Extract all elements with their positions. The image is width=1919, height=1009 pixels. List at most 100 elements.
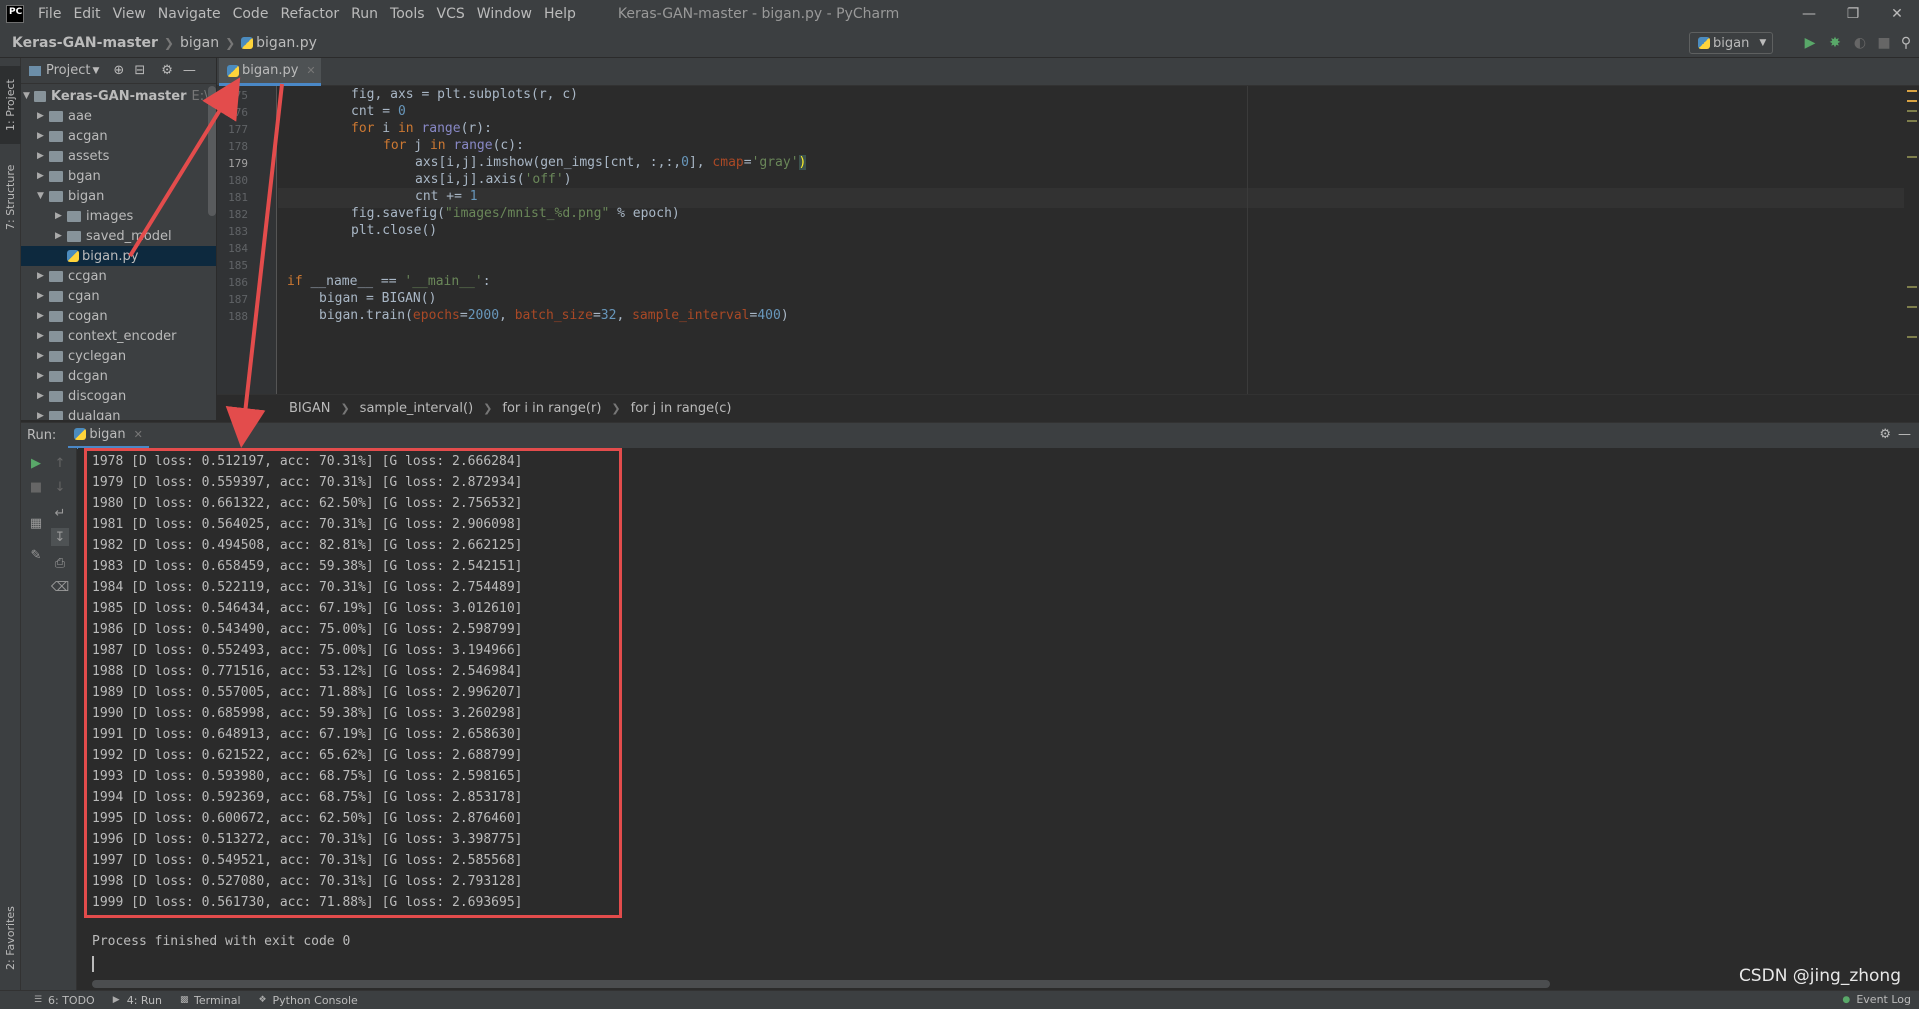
down-arrow-icon[interactable]: ↓ <box>51 478 69 496</box>
code-text: : <box>482 274 491 289</box>
tree-item[interactable]: ▶ dualgan <box>21 406 216 420</box>
gear-icon[interactable]: ⚙ <box>161 63 173 78</box>
restore-icon[interactable]: ❐ <box>1831 0 1875 28</box>
console-line: 1993 [D loss: 0.593980, acc: 68.75%] [G … <box>92 769 523 784</box>
chevron-right-icon: ▶ <box>55 211 62 221</box>
trash-icon[interactable]: ⌫ <box>51 578 69 596</box>
chevron-down-icon: ▼ <box>37 191 44 201</box>
warning-mark[interactable] <box>1907 110 1917 112</box>
tree-item[interactable]: ▶ dcgan <box>21 366 216 386</box>
print-icon[interactable]: ⎙ <box>51 554 69 572</box>
up-arrow-icon[interactable]: ↑ <box>51 454 69 472</box>
menu-code[interactable]: Code <box>227 0 275 28</box>
tab-bigan-py[interactable]: bigan.py ✕ <box>219 58 321 86</box>
code-editor[interactable]: 174 175 176 177 178 179 180 181 182 183 … <box>217 86 1919 394</box>
menu-navigate[interactable]: Navigate <box>152 0 227 28</box>
breadcrumb-loop-i[interactable]: for i in range(r) <box>502 401 601 416</box>
warning-mark[interactable] <box>1907 336 1917 338</box>
menu-refactor[interactable]: Refactor <box>274 0 345 28</box>
menu-run[interactable]: Run <box>345 0 384 28</box>
debug-icon[interactable]: ✸ <box>1826 34 1844 52</box>
gear-icon[interactable]: ⚙ <box>1879 427 1891 442</box>
close-tab-icon[interactable]: ✕ <box>134 428 143 441</box>
warning-mark[interactable] <box>1907 90 1917 92</box>
menu-file[interactable]: File <box>32 0 67 28</box>
breadcrumb-folder[interactable]: bigan <box>180 35 219 51</box>
tree-item[interactable]: ▶ assets <box>21 146 216 166</box>
breadcrumb-class[interactable]: BIGAN <box>289 401 330 416</box>
run-config-select[interactable]: bigan ▼ <box>1689 32 1773 54</box>
close-tab-icon[interactable]: ✕ <box>306 64 315 77</box>
search-icon[interactable]: ⚲ <box>1897 34 1915 52</box>
collapse-all-icon[interactable]: ⊟ <box>134 63 145 78</box>
menu-view[interactable]: View <box>107 0 152 28</box>
tree-item[interactable]: ▶ cogan <box>21 306 216 326</box>
tab-python-console[interactable]: ❖ Python Console <box>259 994 358 1007</box>
warning-mark[interactable] <box>1907 120 1917 122</box>
scroll-to-end-icon[interactable]: ↧ <box>51 528 69 546</box>
run-tab-bigan[interactable]: bigan ✕ <box>68 423 149 449</box>
warning-mark[interactable] <box>1907 156 1917 158</box>
tab-todo[interactable]: ☰ 6: TODO <box>34 994 95 1007</box>
console-line: 1998 [D loss: 0.527080, acc: 70.31%] [G … <box>92 874 523 889</box>
stop-icon[interactable]: ■ <box>27 478 45 496</box>
breadcrumb-method[interactable]: sample_interval() <box>360 401 473 416</box>
console-line: 1978 [D loss: 0.512197, acc: 70.31%] [G … <box>92 454 523 469</box>
tree-item[interactable]: ▶ ccgan <box>21 266 216 286</box>
project-view-select[interactable]: Project <box>46 63 90 78</box>
soft-wrap-icon[interactable]: ↵ <box>51 504 69 522</box>
breadcrumb-loop-j[interactable]: for j in range(c) <box>631 401 732 416</box>
tree-item[interactable]: ▶ discogan <box>21 386 216 406</box>
tab-event-log[interactable]: ● Event Log <box>1842 993 1911 1006</box>
menu-help[interactable]: Help <box>538 0 582 28</box>
locate-icon[interactable]: ⊕ <box>113 63 124 78</box>
run-icon[interactable]: ▶ <box>1801 34 1819 52</box>
hide-icon[interactable]: — <box>1898 427 1911 442</box>
tab-terminal[interactable]: ▩ Terminal <box>180 994 241 1007</box>
line-number: 185 <box>228 259 248 272</box>
tree-item[interactable]: ▶ aae <box>21 106 216 126</box>
console-line: 1980 [D loss: 0.661322, acc: 62.50%] [G … <box>92 496 523 511</box>
folder-icon <box>49 390 63 402</box>
tab-project[interactable]: 1: Project <box>0 66 21 144</box>
layout-icon[interactable]: ▦ <box>27 514 45 532</box>
tab-run[interactable]: ▶ 4: Run <box>113 994 162 1007</box>
chevron-right-icon: ▶ <box>37 131 44 141</box>
code-text: (c): <box>492 138 524 153</box>
close-window-icon[interactable]: ✕ <box>1875 0 1919 28</box>
breadcrumb-file[interactable]: bigan.py <box>256 35 317 51</box>
stop-icon[interactable]: ■ <box>1875 34 1893 52</box>
menu-edit[interactable]: Edit <box>67 0 106 28</box>
tree-scrollbar[interactable] <box>208 86 216 216</box>
tree-item[interactable]: ▼ bigan <box>21 186 216 206</box>
code-text: 2000 <box>467 308 500 323</box>
minimize-icon[interactable]: — <box>1787 0 1831 28</box>
coverage-icon[interactable]: ◐ <box>1851 34 1869 52</box>
tree-item[interactable]: ▶ saved_model <box>21 226 216 246</box>
code-text: epochs <box>412 308 460 323</box>
tab-favorites[interactable]: 2: Favorites <box>0 898 21 978</box>
breadcrumb-project[interactable]: Keras-GAN-master <box>12 35 158 51</box>
menu-vcs[interactable]: VCS <box>431 0 471 28</box>
menu-window[interactable]: Window <box>471 0 538 28</box>
tree-item[interactable]: ▶ bgan <box>21 166 216 186</box>
warning-mark[interactable] <box>1907 286 1917 288</box>
tree-item[interactable]: ▶ context_encoder <box>21 326 216 346</box>
warning-mark[interactable] <box>1907 100 1917 102</box>
pin-icon[interactable]: ✎ <box>27 546 45 564</box>
menu-tools[interactable]: Tools <box>384 0 431 28</box>
tree-item[interactable]: ▶ acgan <box>21 126 216 146</box>
tree-item[interactable]: ▶ cgan <box>21 286 216 306</box>
error-stripe[interactable] <box>1904 86 1919 394</box>
hide-icon[interactable]: — <box>183 63 196 78</box>
tree-item[interactable]: ▶ cyclegan <box>21 346 216 366</box>
line-gutter: 174 175 176 177 178 179 180 181 182 183 … <box>217 86 277 394</box>
rerun-icon[interactable]: ▶ <box>27 454 45 472</box>
tree-item-selected[interactable]: bigan.py <box>21 246 216 266</box>
warning-mark[interactable] <box>1907 306 1917 308</box>
tree-root[interactable]: ▼ Keras-GAN-master E:\K <box>21 86 216 106</box>
tab-structure[interactable]: 7: Structure <box>0 154 21 240</box>
horizontal-scrollbar[interactable] <box>92 980 1550 988</box>
run-console[interactable]: 1978 [D loss: 0.512197, acc: 70.31%] [G … <box>78 448 1919 990</box>
tree-item[interactable]: ▶ images <box>21 206 216 226</box>
